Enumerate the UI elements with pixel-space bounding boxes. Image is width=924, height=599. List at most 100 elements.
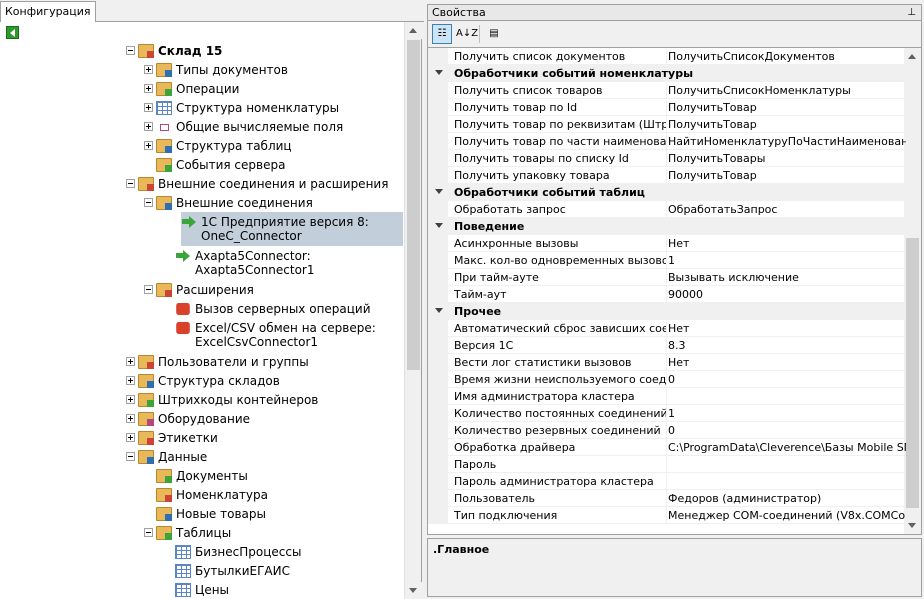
tree-node[interactable]: Операции (144, 79, 239, 98)
collapse-icon[interactable] (126, 452, 135, 461)
property-value[interactable]: 1 (668, 254, 906, 267)
expand-icon[interactable] (126, 357, 135, 366)
tree-node[interactable]: Вызов серверных операций (163, 299, 371, 318)
tree-node[interactable]: Типы документов (144, 60, 288, 79)
configuration-tree[interactable]: Склад 15 Типы документов Операции Структура… (0, 22, 404, 599)
column-divider[interactable] (666, 320, 667, 337)
property-row[interactable]: Получить товар по реквизитам (Штрихкод)П… (428, 116, 906, 133)
tree-node[interactable]: Внешние соединения (144, 193, 313, 212)
property-row[interactable]: Тип подключения Менеджер COM-соединений (… (428, 507, 906, 524)
property-value[interactable]: ПолучитьСписокНоменклатуры (668, 84, 906, 97)
tree-node[interactable]: БизнесПроцессы (163, 542, 301, 561)
property-row[interactable]: Получить товар по Id ПолучитьТовар (428, 99, 906, 116)
property-row[interactable]: Получить товары по списку Id ПолучитьТова… (428, 150, 906, 167)
tree-node[interactable]: БутылкиЕГАИС (163, 561, 290, 580)
property-row[interactable]: Пользователь Федоров (администратор) (428, 490, 906, 507)
tree-node[interactable]: Этикетки (126, 428, 218, 447)
tree-node[interactable]: Склад 15 (126, 41, 222, 60)
property-row[interactable]: Пароль администратора кластера (428, 473, 906, 490)
property-value[interactable]: Нет (668, 322, 906, 335)
column-divider[interactable] (666, 422, 667, 439)
property-row[interactable]: Получить список документов ПолучитьСписок… (428, 48, 906, 65)
property-value[interactable]: Федоров (администратор) (668, 492, 906, 505)
categorized-button[interactable]: ☷ (432, 24, 452, 44)
expand-icon[interactable] (144, 141, 153, 150)
column-divider[interactable] (666, 405, 667, 422)
property-category[interactable]: Поведение (428, 218, 906, 235)
column-divider[interactable] (666, 150, 667, 167)
scroll-up-icon[interactable] (405, 22, 422, 39)
column-divider[interactable] (666, 252, 667, 269)
property-row[interactable]: Асинхронные вызовы Нет (428, 235, 906, 252)
tree-node[interactable]: Оборудование (126, 409, 250, 428)
column-divider[interactable] (666, 456, 667, 473)
property-value[interactable]: 90000 (668, 288, 906, 301)
tree-scrollbar[interactable] (404, 22, 422, 599)
property-value[interactable]: 8.3 (668, 339, 906, 352)
scroll-up-icon[interactable] (904, 48, 921, 65)
property-category[interactable]: Прочее (428, 303, 906, 320)
expand-icon[interactable] (144, 65, 153, 74)
tree-node[interactable]: Структура складов (126, 371, 280, 390)
tree-node[interactable]: Цены (163, 580, 229, 599)
tree-node[interactable]: События сервера (144, 155, 285, 174)
tree-node[interactable]: Пользователи и группы (126, 352, 309, 371)
property-value[interactable]: C:\ProgramData\Cleverence\Базы Mobile SM… (668, 441, 906, 454)
property-value[interactable]: Нет (668, 237, 906, 250)
column-divider[interactable] (666, 439, 667, 456)
tree-node[interactable]: Новые товары (144, 504, 266, 523)
pin-icon[interactable]: ⊥ (907, 7, 916, 18)
scroll-thumb[interactable] (407, 40, 420, 370)
column-divider[interactable] (666, 371, 667, 388)
tree-node[interactable]: Axapta5Connector: Axapta5Connector1 (163, 246, 315, 280)
property-row[interactable]: Автоматический сброс зависших соединений… (428, 320, 906, 337)
scroll-down-icon[interactable] (405, 582, 422, 599)
collapse-category-icon[interactable] (435, 189, 443, 194)
column-divider[interactable] (666, 473, 667, 490)
expand-icon[interactable] (144, 103, 153, 112)
tree-node[interactable]: Документы (144, 466, 248, 485)
column-divider[interactable] (666, 99, 667, 116)
property-pages-button[interactable]: ▤ (484, 24, 504, 44)
collapse-icon[interactable] (144, 198, 153, 207)
tree-node[interactable]: Данные (126, 447, 207, 466)
expand-icon[interactable] (126, 414, 135, 423)
property-grid[interactable]: Получить список документов ПолучитьСписок… (427, 47, 922, 535)
tree-node[interactable]: Структура таблиц (144, 136, 292, 155)
collapse-category-icon[interactable] (435, 223, 443, 228)
property-row[interactable]: Версия 1С 8.3 (428, 337, 906, 354)
tree-node[interactable]: Общие вычисляемые поля (144, 117, 343, 136)
property-value[interactable]: ПолучитьТовар (668, 101, 906, 114)
property-value[interactable]: Менеджер COM-соединений (V8x.COMConnecto… (668, 509, 906, 522)
property-value[interactable]: ОбработатьЗапрос (668, 203, 906, 216)
column-divider[interactable] (666, 235, 667, 252)
property-row[interactable]: При тайм-ауте Вызывать исключение (428, 269, 906, 286)
property-category[interactable]: Обработчики событий таблиц (428, 184, 906, 201)
scroll-thumb[interactable] (906, 238, 919, 508)
property-row[interactable]: Получить упаковку товара ПолучитьТовар (428, 167, 906, 184)
tree-node[interactable]: Номенклатура (144, 485, 268, 504)
property-value[interactable]: ПолучитьСписокДокументов (668, 50, 906, 63)
property-row[interactable]: Получить товар по части наименования Найт… (428, 133, 906, 150)
expand-icon[interactable] (144, 84, 153, 93)
property-value[interactable]: 0 (668, 373, 906, 386)
column-divider[interactable] (666, 116, 667, 133)
property-row[interactable]: Количество резервных соединений 0 (428, 422, 906, 439)
tree-node[interactable]: 1С Предприятие версия 8: OneC_Connector (181, 212, 403, 246)
column-divider[interactable] (666, 337, 667, 354)
property-value[interactable]: ПолучитьТовар (668, 118, 906, 131)
column-divider[interactable] (666, 490, 667, 507)
property-row[interactable]: Время жизни неиспользуемого соединения0 (428, 371, 906, 388)
scroll-down-icon[interactable] (904, 517, 921, 534)
property-row[interactable]: Вести лог статистики вызовов Нет (428, 354, 906, 371)
property-value[interactable]: Нет (668, 356, 906, 369)
property-value[interactable]: ПолучитьТовары (668, 152, 906, 165)
column-divider[interactable] (666, 507, 667, 524)
tree-node[interactable]: Внешние соединения и расширения (126, 174, 388, 193)
property-row[interactable]: Тайм-аут 90000 (428, 286, 906, 303)
properties-scrollbar[interactable] (904, 48, 921, 534)
alphabetical-button[interactable]: A↓Z (455, 24, 478, 44)
property-value[interactable]: Вызывать исключение (668, 271, 906, 284)
column-divider[interactable] (666, 82, 667, 99)
property-row[interactable]: Получить список товаров ПолучитьСписокНом… (428, 82, 906, 99)
